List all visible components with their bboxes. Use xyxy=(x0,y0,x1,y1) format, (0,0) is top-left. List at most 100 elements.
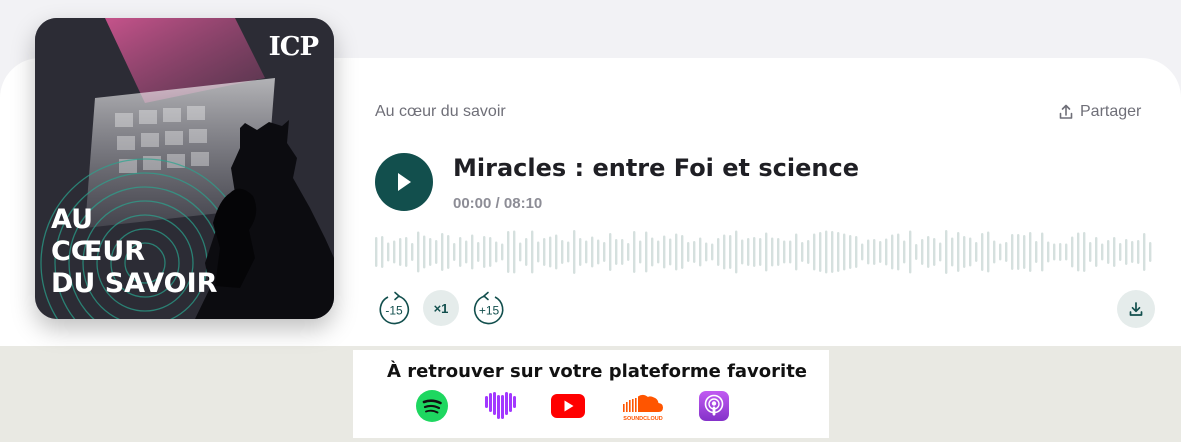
waveform-bar xyxy=(423,235,426,269)
waveform-bar xyxy=(909,230,912,274)
waveform-bar xyxy=(633,231,636,273)
waveform-bar xyxy=(639,240,642,264)
download-icon xyxy=(1129,302,1143,316)
playback-time: 00:00 / 08:10 xyxy=(453,195,542,212)
rewind-label: -15 xyxy=(385,304,403,318)
cover-title-line: DU SAVOIR xyxy=(51,268,218,299)
waveform-bar xyxy=(1029,232,1032,272)
youtube-icon xyxy=(551,394,585,418)
waveform-bar xyxy=(1065,243,1068,261)
waveform-bar xyxy=(927,236,930,268)
waveform-bar xyxy=(849,235,852,269)
waveform-bar xyxy=(393,240,396,264)
deezer-link[interactable] xyxy=(482,389,518,423)
waveform-bar xyxy=(687,242,690,262)
show-name[interactable]: Au cœur du savoir xyxy=(375,103,506,121)
waveform-bar xyxy=(651,237,654,267)
waveform-bar xyxy=(483,236,486,268)
waveform-bar xyxy=(621,239,624,265)
waveform-bar xyxy=(921,239,924,265)
waveform-bar xyxy=(549,236,552,268)
waveform-bar xyxy=(471,234,474,270)
waveform-bar xyxy=(759,238,762,266)
waveform-bar xyxy=(705,242,708,262)
cover-title: AU CŒUR DU SAVOIR xyxy=(51,204,251,300)
waveform-bar xyxy=(681,235,684,269)
waveform-bar xyxy=(1095,237,1098,267)
waveform-bar xyxy=(747,238,750,266)
waveform-bar xyxy=(381,236,384,268)
waveform-bar xyxy=(915,244,918,260)
waveform-bar xyxy=(1137,240,1140,264)
share-label: Partager xyxy=(1080,103,1142,120)
forward-15-button[interactable]: +15 xyxy=(471,291,507,327)
cover-title-line: AU xyxy=(51,204,93,235)
waveform-seekbar[interactable] xyxy=(375,228,1155,276)
waveform-bar xyxy=(555,234,558,270)
waveform-bar xyxy=(771,237,774,267)
waveform-bar xyxy=(867,239,870,265)
waveform-bar xyxy=(933,238,936,266)
play-button[interactable] xyxy=(375,153,433,211)
current-time: 00:00 xyxy=(453,195,492,212)
waveform-bar xyxy=(807,240,810,264)
waveform-bar xyxy=(537,241,540,263)
waveform-bar xyxy=(591,236,594,268)
playback-speed-button[interactable]: ×1 xyxy=(423,290,459,326)
waveform-bar xyxy=(663,235,666,269)
waveform-bar xyxy=(609,233,612,271)
waveform-bar xyxy=(735,230,738,274)
waveform-bar xyxy=(729,235,732,269)
waveform-bar xyxy=(843,233,846,271)
waveform-bar xyxy=(975,242,978,262)
waveform-bar xyxy=(597,239,600,265)
deezer-heart-icon xyxy=(485,392,516,419)
waveform-bar xyxy=(1041,232,1044,272)
waveform-bar xyxy=(399,238,402,266)
apple-podcasts-link[interactable] xyxy=(696,389,732,423)
waveform-bar xyxy=(945,230,948,274)
waveform-bar xyxy=(561,240,564,264)
waveform-bar xyxy=(435,240,438,264)
waveform-bar xyxy=(489,237,492,267)
waveform-bar xyxy=(855,236,858,268)
waveform-bar xyxy=(1077,232,1080,272)
waveform-bar xyxy=(579,238,582,266)
share-button[interactable]: Partager xyxy=(1058,101,1141,123)
play-icon xyxy=(398,173,411,191)
waveform-bar xyxy=(627,243,630,261)
waveform-bar xyxy=(711,243,714,261)
waveform-bar xyxy=(441,233,444,271)
waveform-bar xyxy=(1119,243,1122,261)
waveform-bar xyxy=(675,233,678,271)
download-button[interactable] xyxy=(1117,290,1155,328)
waveform-bar xyxy=(693,241,696,263)
waveform-bar xyxy=(1017,234,1020,270)
waveform-bar xyxy=(963,236,966,268)
waveform-bar xyxy=(1053,243,1056,261)
waveform-bar xyxy=(891,234,894,270)
waveform-bar xyxy=(969,237,972,267)
youtube-link[interactable] xyxy=(550,389,586,423)
forward-icon: +15 xyxy=(473,291,504,325)
waveform-bar xyxy=(1035,241,1038,263)
waveform-bar xyxy=(873,239,876,265)
waveform-bar xyxy=(723,234,726,270)
waveform-bar xyxy=(789,240,792,264)
waveform-bar xyxy=(825,230,828,274)
waveform-bar xyxy=(1071,236,1074,268)
waveform-bar xyxy=(543,238,546,266)
waveform-bar xyxy=(567,241,570,263)
podcast-cover-art: ICP AU CŒUR DU SAVOIR xyxy=(35,18,334,319)
waveform-bar xyxy=(495,241,498,263)
waveform-bar xyxy=(465,240,468,264)
waveform-bar xyxy=(531,230,534,274)
waveform-bar xyxy=(501,243,504,261)
waveform-bar xyxy=(1047,241,1050,263)
rewind-15-button[interactable]: -15 xyxy=(376,291,412,327)
waveform-bar xyxy=(1125,239,1128,265)
cover-title-line: CŒUR xyxy=(51,236,146,267)
spotify-link[interactable] xyxy=(414,389,450,423)
soundcloud-link[interactable]: SOUNDCLOUD xyxy=(621,389,665,423)
waveform-bar xyxy=(753,237,756,267)
